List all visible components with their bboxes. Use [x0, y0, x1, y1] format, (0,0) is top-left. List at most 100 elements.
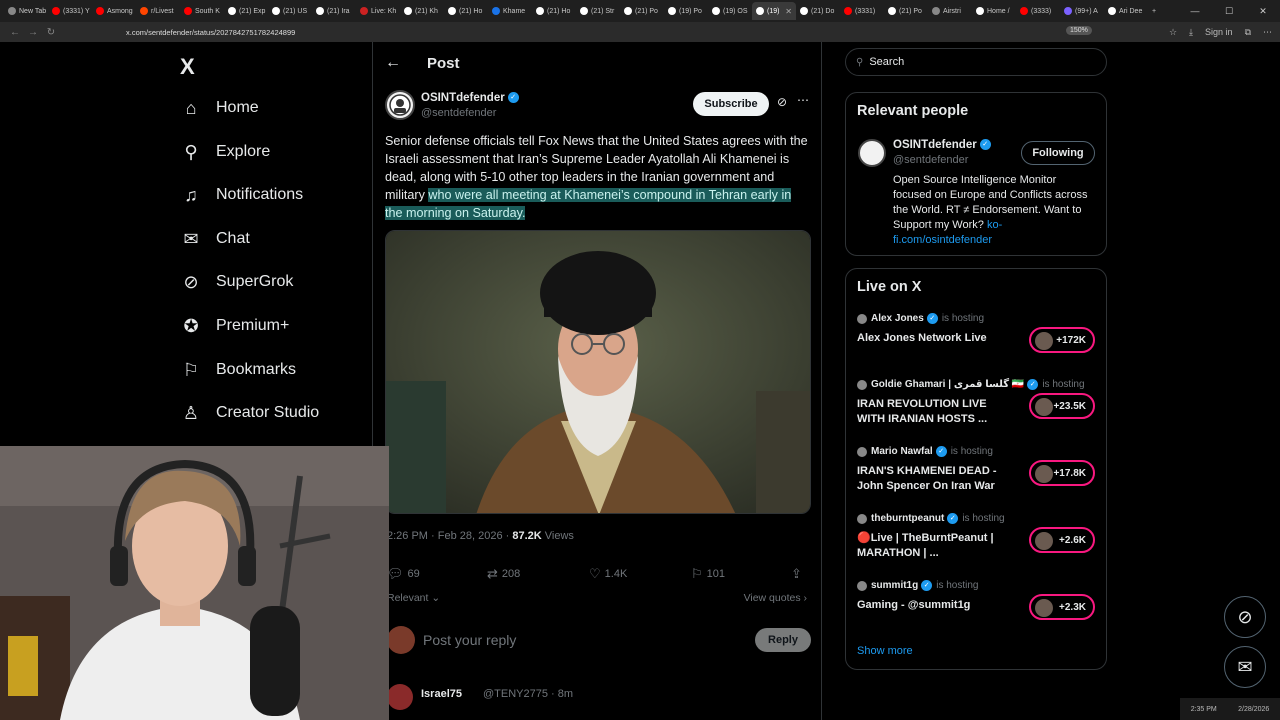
browser-tab[interactable]: Home /	[972, 2, 1016, 20]
back-arrow-icon[interactable]: ←	[385, 54, 405, 72]
post-timestamp[interactable]: 2:26 PM · Feb 28, 2026 ·	[387, 530, 512, 542]
browser-tab[interactable]: (19) Po	[664, 2, 708, 20]
browser-tab[interactable]: (99+) A	[1060, 2, 1104, 20]
host-name[interactable]: theburntpeanut	[871, 513, 944, 524]
reply-avatar[interactable]	[387, 684, 413, 710]
reply-item[interactable]: Israel75 @TENY2775 · 8m	[387, 684, 811, 710]
messages-float-button[interactable]: ✉	[1224, 646, 1266, 688]
live-listeners-pill[interactable]: +2.6K	[1029, 527, 1095, 553]
live-listeners-pill[interactable]: +23.5K	[1029, 393, 1095, 419]
tray-date[interactable]: 2/28/2026	[1238, 706, 1269, 713]
person-name-text[interactable]: OSINTdefender	[893, 139, 977, 151]
nav-item-premium-[interactable]: ✪ Premium+	[180, 308, 289, 344]
nav-item-explore[interactable]: ⚲ Explore	[180, 134, 270, 170]
browser-tab[interactable]: New Tab	[4, 2, 48, 20]
person-handle[interactable]: @sentdefender	[893, 154, 968, 166]
nav-item-supergrok[interactable]: ⊘ SuperGrok	[180, 264, 293, 300]
bookmark-action[interactable]: ⚐ 101	[691, 566, 725, 582]
minimize-icon[interactable]: —	[1178, 6, 1212, 16]
reply-author-handle[interactable]: @TENY2775 · 8m	[483, 688, 573, 700]
host-name[interactable]: Alex Jones	[871, 313, 924, 324]
browser-tab[interactable]: (21) Do	[796, 2, 840, 20]
search-input[interactable]: ⚲ Search	[845, 48, 1107, 76]
browser-tab[interactable]: (21) Exp	[224, 2, 268, 20]
new-tab-icon[interactable]: +	[1148, 2, 1166, 20]
author-handle[interactable]: @sentdefender	[421, 107, 496, 119]
live-listeners-pill[interactable]: +172K	[1029, 327, 1095, 353]
signin-button[interactable]: Sign in	[1205, 27, 1233, 37]
more-options-icon[interactable]: ⋯	[797, 93, 809, 107]
live-host[interactable]: theburntpeanut ✓ is hosting	[857, 513, 1005, 524]
x-logo[interactable]: X	[180, 54, 195, 80]
reply-action[interactable]: 💬︎ 69	[387, 566, 420, 582]
browser-tab[interactable]: (3331)	[840, 2, 884, 20]
post-image[interactable]	[385, 230, 811, 514]
view-quotes-label[interactable]: View quotes	[744, 592, 801, 604]
live-title-text[interactable]: Alex Jones Network Live	[857, 331, 1017, 346]
maximize-icon[interactable]: ☐	[1212, 6, 1246, 17]
person-name[interactable]: OSINTdefender ✓	[893, 139, 991, 151]
browser-tab[interactable]: (21) US	[268, 2, 312, 20]
author-name-text[interactable]: OSINTdefender	[421, 92, 505, 104]
live-item[interactable]: summit1g ✓ is hosting Gaming - @summit1g +2.…	[857, 580, 1097, 636]
browser-tab[interactable]: (21) Kh	[400, 2, 444, 20]
close-tab-icon[interactable]: ✕	[785, 7, 792, 16]
grok-float-button[interactable]: ⊘	[1224, 596, 1266, 638]
tray-time[interactable]: 2:35 PM	[1191, 706, 1217, 713]
browser-tab[interactable]: (19) ✕	[752, 2, 796, 20]
live-item[interactable]: Mario Nawfal ✓ is hosting IRAN'S KHAMENEI D…	[857, 446, 1097, 502]
author-avatar[interactable]	[385, 90, 415, 120]
host-name[interactable]: Goldie Ghamari | گلسا قمری 🇮🇷	[871, 379, 1024, 390]
reload-icon[interactable]: ↻	[42, 27, 60, 38]
live-listeners-pill[interactable]: +2.3K	[1029, 594, 1095, 620]
star-icon[interactable]: ☆	[1169, 27, 1177, 38]
browser-tab[interactable]: Asmong	[92, 2, 136, 20]
browser-tab[interactable]: (21) Ho	[532, 2, 576, 20]
reply-author-name[interactable]: Israel75	[421, 688, 462, 700]
browser-tab[interactable]: Live: Kh	[356, 2, 400, 20]
browser-tab[interactable]: Khame	[488, 2, 532, 20]
like-action[interactable]: ♡ 1.4K	[589, 566, 627, 582]
nav-item-bookmarks[interactable]: ⚐ Bookmarks	[180, 352, 296, 388]
live-title-text[interactable]: Gaming - @summit1g	[857, 598, 1017, 613]
subscribe-button[interactable]: Subscribe	[693, 92, 769, 116]
browser-tab[interactable]: (21) Po	[620, 2, 664, 20]
live-host[interactable]: Mario Nawfal ✓ is hosting	[857, 446, 993, 457]
live-item[interactable]: theburntpeanut ✓ is hosting 🔴Live | TheBurn…	[857, 513, 1097, 569]
nav-item-home[interactable]: ⌂ Home	[180, 90, 259, 126]
host-name[interactable]: summit1g	[871, 580, 918, 591]
live-host[interactable]: Goldie Ghamari | گلسا قمری 🇮🇷 ✓ is hosting	[857, 379, 1085, 390]
zoom-indicator[interactable]: 150%	[1066, 26, 1092, 35]
host-name[interactable]: Mario Nawfal	[871, 446, 933, 457]
reply-input[interactable]: Post your reply	[423, 632, 516, 648]
browser-tab[interactable]: (21) Po	[884, 2, 928, 20]
menu-icon[interactable]: ⋯	[1263, 27, 1272, 38]
browser-tab[interactable]: South K	[180, 2, 224, 20]
live-title-text[interactable]: IRAN REVOLUTION LIVE WITH IRANIAN HOSTS …	[857, 397, 1017, 427]
show-more-link[interactable]: Show more	[857, 645, 913, 657]
extensions-icon[interactable]: ⧉	[1245, 27, 1251, 38]
following-button[interactable]: Following	[1021, 141, 1095, 165]
browser-tab[interactable]: Ari Dee	[1104, 2, 1148, 20]
forward-nav-icon[interactable]: →	[24, 27, 42, 38]
sort-dropdown[interactable]: Relevant ⌄	[387, 592, 440, 604]
browser-tab[interactable]: (21) Str	[576, 2, 620, 20]
download-icon[interactable]: ⤓	[1189, 27, 1193, 38]
live-host[interactable]: summit1g ✓ is hosting	[857, 580, 978, 591]
nav-item-creator-studio[interactable]: ♙ Creator Studio	[180, 395, 319, 431]
nav-item-chat[interactable]: ✉ Chat	[180, 221, 249, 257]
share-action[interactable]: ⇪	[791, 566, 802, 582]
back-nav-icon[interactable]: ←	[6, 27, 24, 38]
browser-tab[interactable]: (3333)	[1016, 2, 1060, 20]
url-field[interactable]: x.com/sentdefender/status/20278427517824…	[126, 28, 295, 37]
person-avatar[interactable]	[858, 139, 886, 167]
browser-tab[interactable]: Airstri	[928, 2, 972, 20]
view-quotes-link[interactable]: View quotes ›	[744, 592, 807, 604]
live-listeners-pill[interactable]: +17.8K	[1029, 460, 1095, 486]
grok-icon[interactable]: ⊘	[777, 95, 787, 109]
repost-action[interactable]: ⇄ 208	[487, 566, 520, 582]
live-item[interactable]: Alex Jones ✓ is hosting Alex Jones Network …	[857, 313, 1097, 369]
browser-tab[interactable]: (3331) Y	[48, 2, 92, 20]
browser-tab[interactable]: r/Livest	[136, 2, 180, 20]
browser-tab[interactable]: (21) Ho	[444, 2, 488, 20]
